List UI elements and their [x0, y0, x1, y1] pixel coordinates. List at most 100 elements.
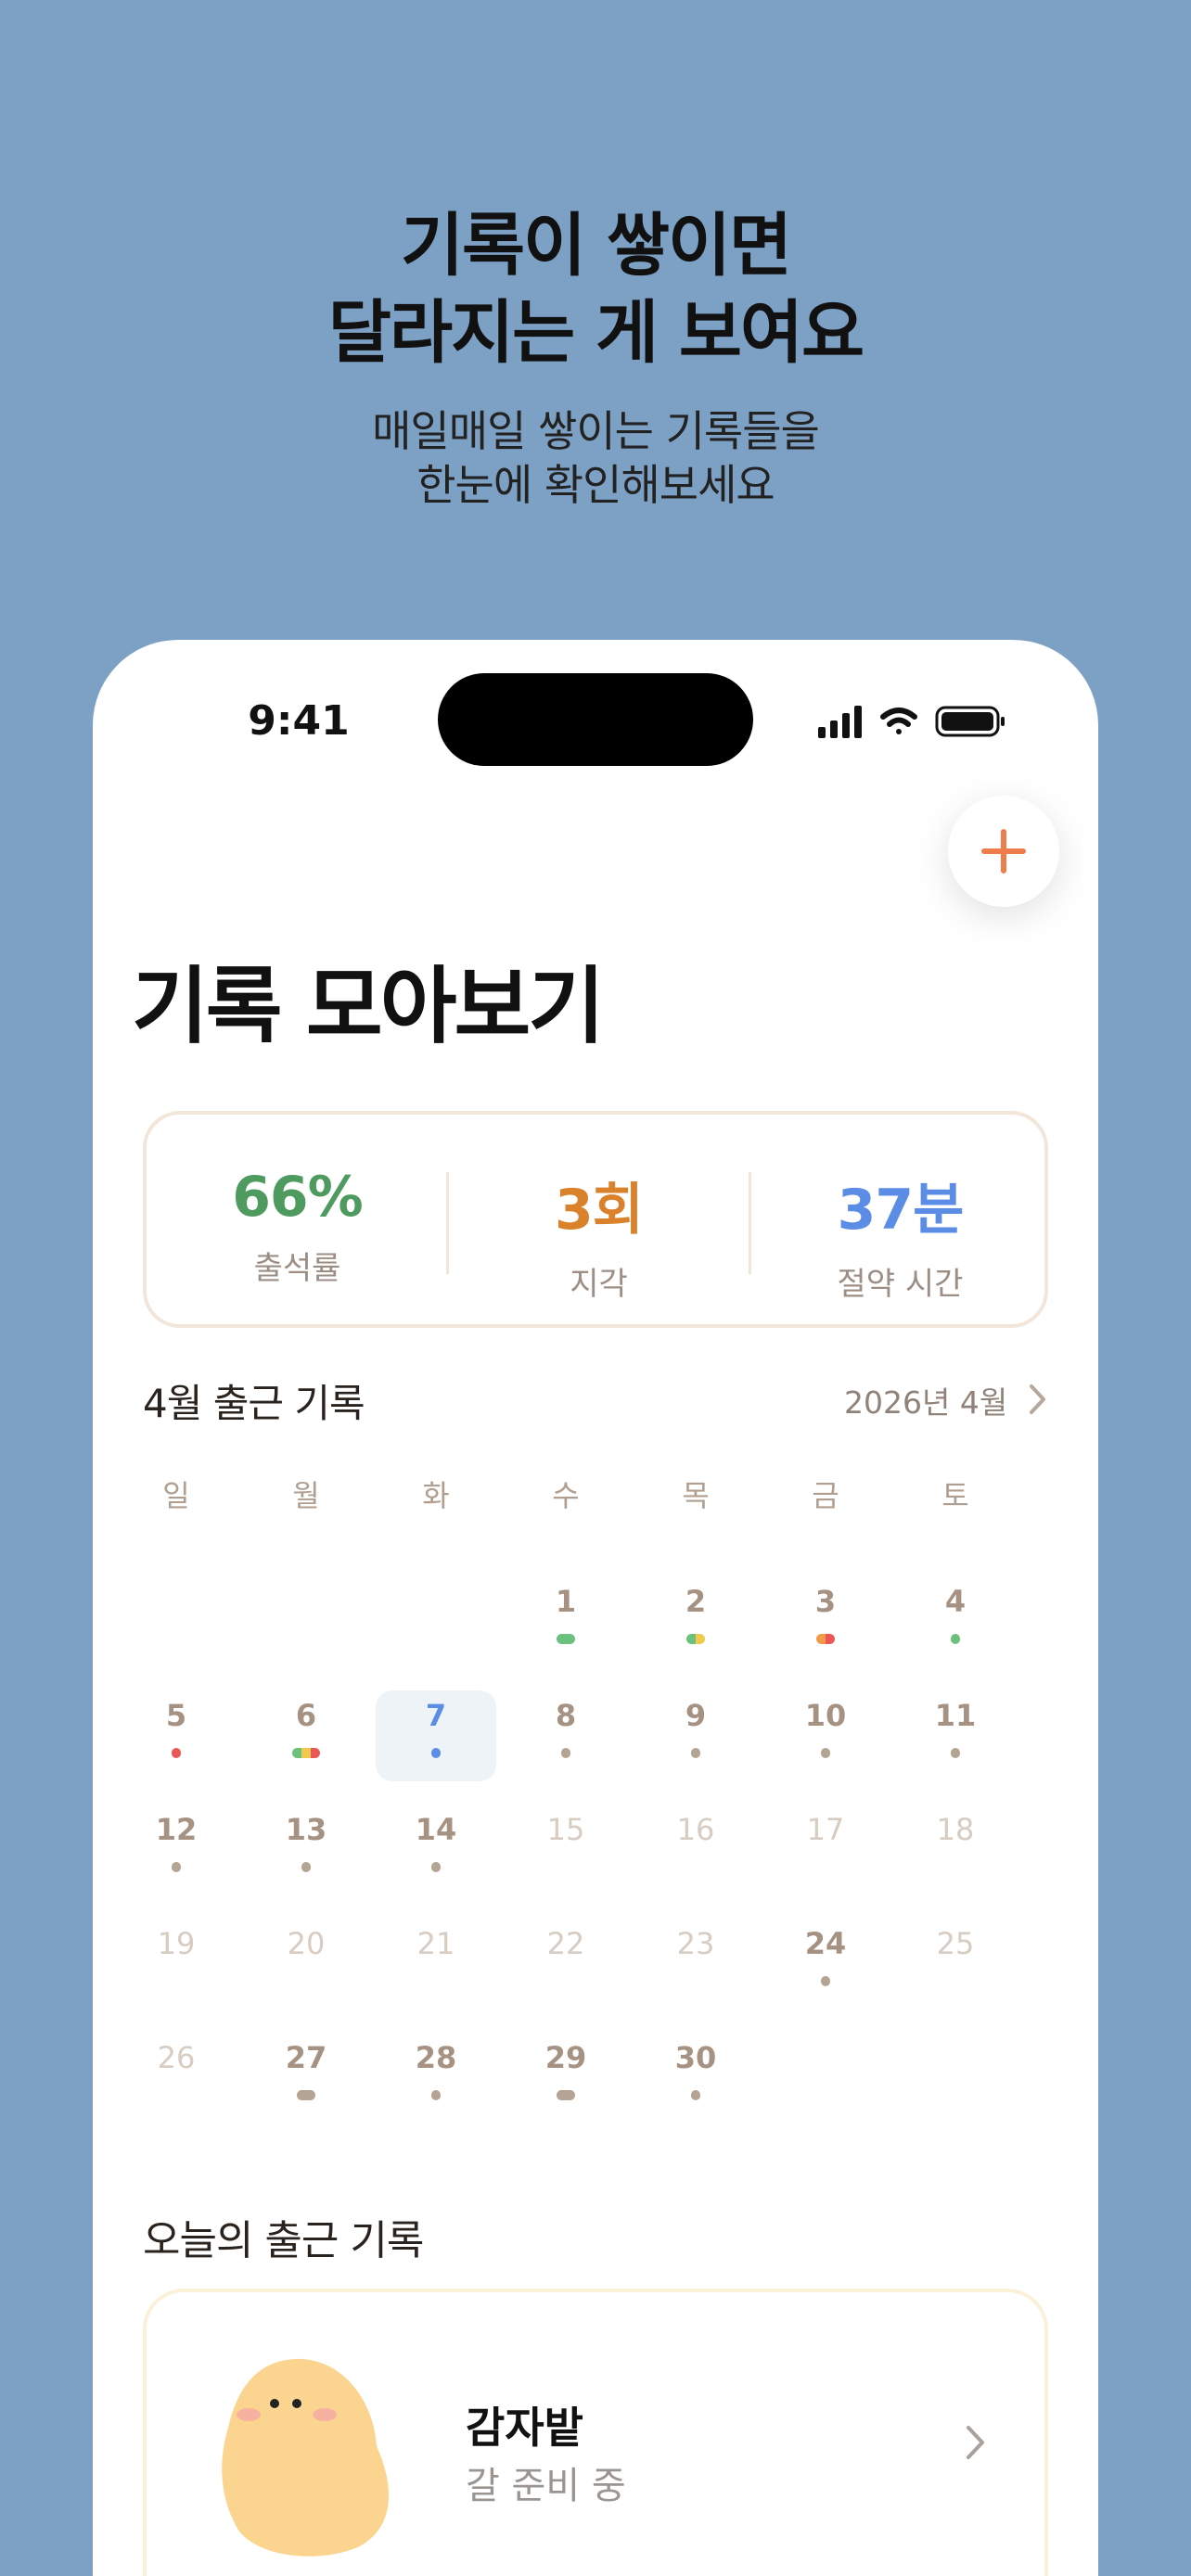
- attendance-dot: [686, 1634, 696, 1644]
- hero-title-line1: 기록이 쌓이면: [400, 206, 792, 286]
- calendar-day-29[interactable]: 29: [506, 2033, 626, 2123]
- stat-late-value: 3회: [555, 1178, 644, 1243]
- weekday-label: 월: [292, 1478, 320, 1513]
- status-time: 9:41: [248, 697, 350, 745]
- calendar-day-7[interactable]: 7: [376, 1690, 496, 1781]
- day-number: 4: [944, 1584, 967, 1619]
- attendance-dot: [826, 1634, 835, 1644]
- calendar-day-19[interactable]: 19: [116, 1919, 237, 2009]
- chevron-right-icon: [1030, 1384, 1045, 1414]
- day-number: 29: [544, 2040, 587, 2075]
- attendance-dot: [557, 2090, 575, 2100]
- calendar-day-25[interactable]: 25: [895, 1919, 1016, 2009]
- day-number: 20: [287, 1926, 326, 1961]
- day-number: 9: [685, 1698, 707, 1733]
- attendance-dot: [821, 1976, 830, 1986]
- hero-title: 기록이 쌓이면 달라지는 게 보여요: [0, 202, 1191, 376]
- calendar-title: 4월 출근 기록: [143, 1381, 365, 1426]
- calendar-day-23[interactable]: 23: [635, 1919, 756, 2009]
- month-selector[interactable]: 2026년 4월: [844, 1376, 1085, 1422]
- today-record-card[interactable]: 감자밭 갈 준비 중: [143, 2289, 1048, 2576]
- attendance-dot: [431, 1748, 441, 1758]
- day-number: 22: [546, 1926, 585, 1961]
- calendar-day-11[interactable]: 11: [895, 1690, 1016, 1781]
- day-number: 11: [934, 1698, 977, 1733]
- hero-subtitle: 매일매일 쌓이는 기록들을 한눈에 확인해보세요: [0, 404, 1191, 512]
- calendar-day-12[interactable]: 12: [116, 1804, 237, 1895]
- status-icons: [818, 705, 1009, 738]
- month-label: 2026년 4월: [844, 1384, 1008, 1421]
- calendar-day-10[interactable]: 10: [765, 1690, 886, 1781]
- calendar-day-15[interactable]: 15: [506, 1804, 626, 1895]
- add-record-button[interactable]: [948, 796, 1059, 907]
- day-number: 21: [416, 1926, 455, 1961]
- page-title: 기록 모아보기: [132, 958, 605, 1055]
- calendar-day-13[interactable]: 13: [246, 1804, 366, 1895]
- signal-icon: [818, 706, 862, 738]
- day-number: 3: [814, 1584, 837, 1619]
- day-number: 30: [674, 2040, 717, 2075]
- calendar-day-17[interactable]: 17: [765, 1804, 886, 1895]
- calendar-day-24[interactable]: 24: [765, 1919, 886, 2009]
- attendance-dot: [951, 1748, 960, 1758]
- weekday-label: 금: [812, 1478, 839, 1513]
- day-number: 13: [285, 1812, 327, 1847]
- card-status: 갈 준비 중: [466, 2465, 626, 2507]
- calendar-day-14[interactable]: 14: [376, 1804, 496, 1895]
- stats-card: 66% 출석률 3회 지각 37분 절약 시간: [143, 1111, 1048, 1328]
- hero-subtitle-line1: 매일매일 쌓이는 기록들을: [372, 406, 820, 456]
- day-number: 2: [685, 1584, 707, 1619]
- attendance-dot: [431, 2090, 441, 2100]
- attendance-dot: [431, 1862, 441, 1872]
- stat-saved-time-label: 절약 시간: [837, 1266, 964, 1303]
- day-number: 18: [936, 1812, 975, 1847]
- calendar-day-1[interactable]: 1: [506, 1576, 626, 1667]
- calendar-day-18[interactable]: 18: [895, 1804, 1016, 1895]
- today-section-title: 오늘의 출근 기록: [143, 2217, 424, 2264]
- calendar-day-21[interactable]: 21: [376, 1919, 496, 2009]
- attendance-dot: [311, 1748, 320, 1758]
- calendar-day-9[interactable]: 9: [635, 1690, 756, 1781]
- stat-late-label: 지각: [570, 1266, 628, 1303]
- dynamic-island: [438, 673, 753, 766]
- day-number: 6: [295, 1698, 317, 1733]
- day-number: 7: [425, 1698, 447, 1733]
- weekday-label: 토: [941, 1478, 969, 1513]
- day-number: 8: [555, 1698, 577, 1733]
- calendar-day-20[interactable]: 20: [246, 1919, 366, 2009]
- weekday-label: 일: [162, 1478, 190, 1513]
- attendance-dot: [821, 1748, 830, 1758]
- calendar-day-8[interactable]: 8: [506, 1690, 626, 1781]
- calendar-day-2[interactable]: 2: [635, 1576, 756, 1667]
- weekday-label: 목: [682, 1478, 710, 1513]
- attendance-dot: [816, 1634, 826, 1644]
- calendar-day-22[interactable]: 22: [506, 1919, 626, 2009]
- calendar-day-27[interactable]: 27: [246, 2033, 366, 2123]
- battery-icon: [935, 706, 1005, 737]
- day-number: 19: [157, 1926, 196, 1961]
- day-number: 27: [285, 2040, 327, 2075]
- calendar-day-4[interactable]: 4: [895, 1576, 1016, 1667]
- day-number: 26: [157, 2040, 196, 2075]
- stat-late: 3회 지각: [448, 1165, 749, 1304]
- day-number: 24: [804, 1926, 847, 1961]
- attendance-dot: [172, 1862, 181, 1872]
- day-number: 25: [936, 1926, 975, 1961]
- calendar-day-30[interactable]: 30: [635, 2033, 756, 2123]
- attendance-dot: [297, 2090, 315, 2100]
- day-number: 16: [676, 1812, 715, 1847]
- attendance-dot: [691, 1748, 700, 1758]
- calendar-day-16[interactable]: 16: [635, 1804, 756, 1895]
- day-number: 23: [676, 1926, 715, 1961]
- calendar-day-28[interactable]: 28: [376, 2033, 496, 2123]
- attendance-dot: [557, 1634, 575, 1644]
- calendar-day-5[interactable]: 5: [116, 1690, 237, 1781]
- attendance-dot: [172, 1748, 181, 1758]
- day-number: 5: [165, 1698, 187, 1733]
- calendar-day-26[interactable]: 26: [116, 2033, 237, 2123]
- chevron-right-icon: [967, 2426, 984, 2459]
- calendar-day-6[interactable]: 6: [246, 1690, 366, 1781]
- calendar-day-3[interactable]: 3: [765, 1576, 886, 1667]
- stat-attendance: 66% 출석률: [147, 1165, 448, 1288]
- attendance-dot: [691, 2090, 700, 2100]
